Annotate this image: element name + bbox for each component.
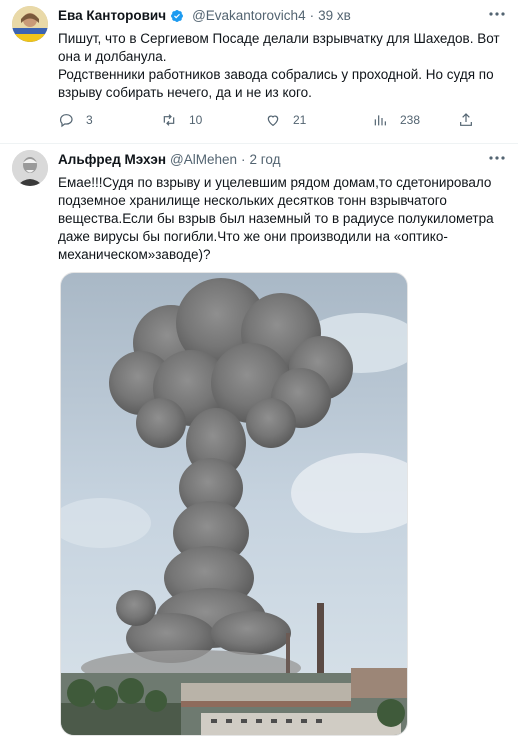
author-name[interactable]: Альфред Мэхэн (58, 152, 166, 167)
views-icon (374, 115, 386, 126)
author-name[interactable]: Ева Канторович (58, 8, 166, 23)
tweet-1[interactable]: Ева Канторович @Evakantorovich4 · 39 хв … (0, 0, 518, 143)
views-button[interactable]: 238 (372, 112, 458, 128)
tweet-time[interactable]: 2 год (249, 152, 280, 167)
tweet-text-paragraph-2: Родственники работников завода собрались… (58, 67, 494, 100)
author-handle[interactable]: @AlMehen (170, 152, 237, 167)
like-button[interactable]: 21 (265, 112, 372, 128)
tweet-time[interactable]: 39 хв (318, 8, 351, 23)
author-avatar[interactable] (12, 6, 48, 42)
author-avatar[interactable] (12, 150, 48, 186)
like-count: 21 (293, 113, 307, 127)
tweet-header: Альфред Мэхэн @AlMehen · 2 год (58, 152, 280, 167)
verified-badge-icon (170, 9, 184, 23)
tweet-header: Ева Канторович @Evakantorovich4 · 39 хв (58, 8, 351, 23)
tweet-text-paragraph: Емае!!!Судя по взрыву и уцелевшим рядом … (58, 175, 494, 262)
tweet-text: Емае!!!Судя по взрыву и уцелевшим рядом … (58, 174, 506, 264)
more-options-icon[interactable] (486, 150, 508, 166)
reply-button[interactable]: 3 (58, 112, 161, 128)
explosion-photo (61, 273, 407, 735)
share-button[interactable] (458, 112, 474, 128)
like-icon (267, 115, 279, 127)
tweet-2[interactable]: Альфред Мэхэн @AlMehen · 2 год Емае!!!Су… (0, 144, 518, 737)
tweet-actions: 3 10 21 238 (58, 110, 512, 130)
separator-dot: · (240, 152, 246, 167)
views-count: 238 (400, 113, 421, 127)
tweet-text: Пишут, что в Сергиевом Посаде делали взр… (58, 30, 506, 102)
reply-icon (60, 114, 73, 128)
author-handle[interactable]: @Evakantorovich4 (192, 8, 306, 23)
tweet-image[interactable] (60, 272, 408, 736)
more-options-icon[interactable] (486, 6, 508, 22)
retweet-icon (163, 114, 175, 126)
separator-dot: · (309, 8, 315, 23)
retweet-button[interactable]: 10 (161, 112, 265, 128)
share-icon (460, 113, 472, 126)
retweet-count: 10 (189, 113, 203, 127)
tweet-text-paragraph-1: Пишут, что в Сергиевом Посаде делали взр… (58, 31, 500, 64)
reply-count: 3 (86, 113, 93, 127)
